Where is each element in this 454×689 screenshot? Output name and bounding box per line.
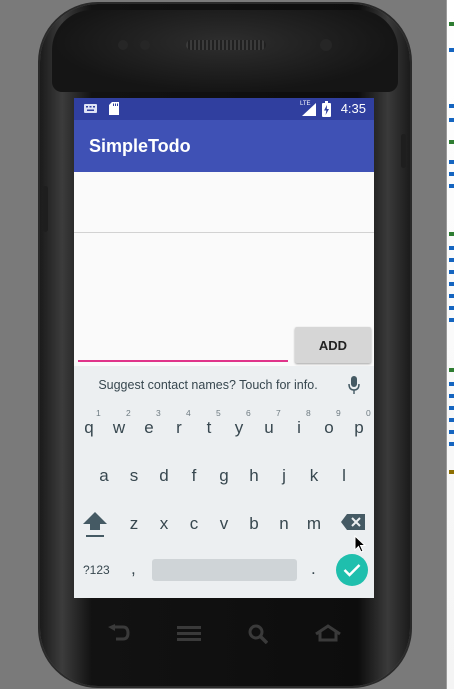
key-hint: 1 (96, 408, 101, 418)
microphone-icon[interactable] (348, 376, 360, 394)
back-icon[interactable] (106, 624, 130, 642)
background-editor-strip (446, 0, 454, 689)
key-comma[interactable]: , (131, 559, 136, 579)
key-k[interactable]: k (300, 466, 328, 486)
done-button[interactable] (336, 554, 368, 586)
symbols-key[interactable]: ?123 (83, 563, 110, 577)
search-icon[interactable] (248, 624, 268, 644)
key-l[interactable]: l (330, 466, 358, 486)
key-hint: 5 (216, 408, 221, 418)
key-y[interactable]: y (225, 418, 253, 438)
key-p[interactable]: p (345, 418, 373, 438)
key-v[interactable]: v (210, 514, 238, 534)
status-bar: LTE 4:35 (74, 98, 374, 120)
menu-icon[interactable] (177, 625, 201, 641)
home-icon[interactable] (314, 624, 342, 642)
key-h[interactable]: h (240, 466, 268, 486)
key-hint: 6 (246, 408, 251, 418)
key-c[interactable]: c (180, 514, 208, 534)
key-t[interactable]: t (195, 418, 223, 438)
key-q[interactable]: q (75, 418, 103, 438)
key-hint: 4 (186, 408, 191, 418)
key-j[interactable]: j (270, 466, 298, 486)
key-b[interactable]: b (240, 514, 268, 534)
key-o[interactable]: o (315, 418, 343, 438)
phone-sensor (140, 40, 150, 50)
mouse-cursor-icon (354, 535, 366, 553)
key-a[interactable]: a (90, 466, 118, 486)
checkmark-icon (343, 564, 361, 577)
key-m[interactable]: m (300, 514, 328, 534)
key-w[interactable]: w (105, 418, 133, 438)
app-bar: SimpleTodo (74, 120, 374, 172)
phone-camera (118, 40, 128, 50)
key-hint: 8 (306, 408, 311, 418)
key-e[interactable]: e (135, 418, 163, 438)
key-z[interactable]: z (120, 514, 148, 534)
key-period[interactable]: . (311, 559, 316, 579)
new-item-input[interactable] (78, 336, 288, 362)
todo-list-item[interactable] (74, 174, 374, 233)
phone-side-button (401, 134, 406, 168)
key-f[interactable]: f (180, 466, 208, 486)
device-screen: LTE 4:35 SimpleTodo ADD Suggest contact … (74, 98, 374, 598)
space-bar[interactable] (152, 559, 297, 581)
key-g[interactable]: g (210, 466, 238, 486)
key-s[interactable]: s (120, 466, 148, 486)
phone-sensor (320, 39, 332, 51)
backspace-icon[interactable] (341, 514, 365, 530)
key-x[interactable]: x (150, 514, 178, 534)
sd-card-icon (109, 102, 119, 115)
phone-side-button (43, 186, 48, 232)
suggestion-strip[interactable]: Suggest contact names? Touch for info. (74, 366, 374, 404)
key-n[interactable]: n (270, 514, 298, 534)
key-hint: 3 (156, 408, 161, 418)
battery-charging-icon (322, 101, 331, 117)
key-hint: 0 (366, 408, 371, 418)
key-hint: 7 (276, 408, 281, 418)
key-i[interactable]: i (285, 418, 313, 438)
key-u[interactable]: u (255, 418, 283, 438)
key-r[interactable]: r (165, 418, 193, 438)
suggestion-text[interactable]: Suggest contact names? Touch for info. (74, 378, 342, 392)
key-hint: 9 (336, 408, 341, 418)
status-time: 4:35 (340, 101, 366, 116)
add-button[interactable]: ADD (295, 327, 371, 363)
keyboard-icon (84, 104, 97, 113)
shift-icon[interactable] (83, 512, 107, 538)
signal-icon (302, 103, 316, 116)
key-d[interactable]: d (150, 466, 178, 486)
phone-speaker (186, 40, 266, 50)
app-title: SimpleTodo (89, 136, 191, 156)
phone-earpiece-area (52, 10, 398, 92)
soft-keyboard: Suggest contact names? Touch for info. 1… (74, 366, 374, 598)
key-hint: 2 (126, 408, 131, 418)
